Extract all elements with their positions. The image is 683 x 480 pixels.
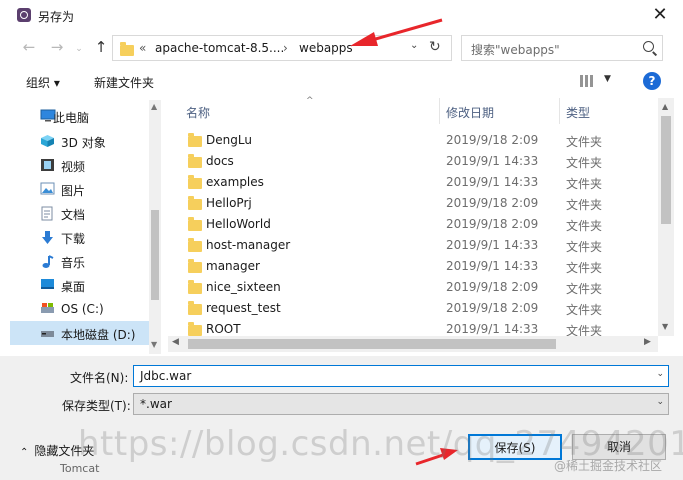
annotation-arrow-address — [350, 18, 443, 46]
annotation-arrows — [350, 18, 458, 466]
juejin-watermark: @稀土掘金技术社区 — [554, 459, 663, 473]
